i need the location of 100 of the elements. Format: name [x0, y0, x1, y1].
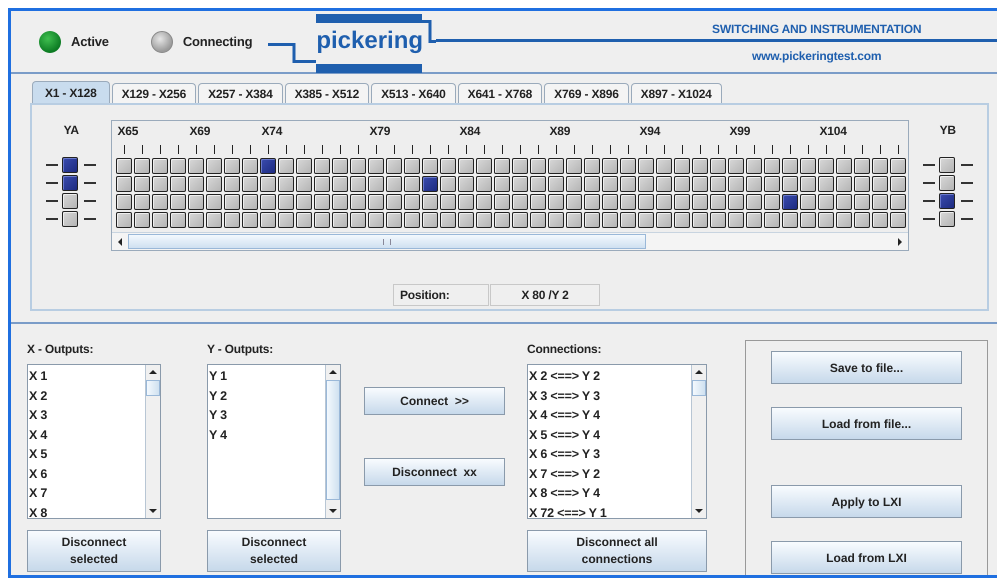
crosspoint-button[interactable] [728, 212, 744, 228]
crosspoint-button[interactable] [224, 158, 240, 174]
list-item[interactable]: X 8 [28, 504, 145, 523]
crosspoint-button[interactable] [530, 176, 546, 192]
crosspoint-button[interactable] [62, 211, 78, 227]
crosspoint-button[interactable] [476, 212, 492, 228]
crosspoint-button[interactable] [512, 212, 528, 228]
list-item[interactable]: X 1 [28, 367, 145, 386]
crosspoint-button[interactable] [890, 194, 906, 210]
crosspoint-button[interactable] [602, 176, 618, 192]
crosspoint-button[interactable] [710, 176, 726, 192]
crosspoint-button[interactable] [386, 176, 402, 192]
crosspoint-button[interactable] [692, 176, 708, 192]
list-item[interactable]: Y 1 [208, 367, 325, 386]
crosspoint-button[interactable] [710, 158, 726, 174]
right-arrow-icon[interactable] [896, 236, 904, 246]
crosspoint-button[interactable] [242, 194, 258, 210]
tab[interactable]: X513 - X640 [371, 83, 456, 103]
crosspoint-button[interactable] [782, 194, 798, 210]
crosspoint-button[interactable] [422, 194, 438, 210]
crosspoint-button[interactable] [782, 158, 798, 174]
crosspoint-button[interactable] [332, 212, 348, 228]
crosspoint-button[interactable] [404, 158, 420, 174]
crosspoint-button[interactable] [782, 212, 798, 228]
crosspoint-button[interactable] [938, 157, 955, 173]
crosspoint-button[interactable] [350, 176, 366, 192]
tab[interactable]: X257 - X384 [198, 83, 283, 103]
crosspoint-button[interactable] [566, 158, 582, 174]
crosspoint-button[interactable] [188, 176, 204, 192]
crosspoint-button[interactable] [692, 212, 708, 228]
crosspoint-button[interactable] [548, 158, 564, 174]
crosspoint-button[interactable] [152, 194, 168, 210]
crosspoint-button[interactable] [854, 212, 870, 228]
crosspoint-button[interactable] [116, 176, 132, 192]
crosspoint-button[interactable] [116, 158, 132, 174]
crosspoint-button[interactable] [890, 212, 906, 228]
crosspoint-button[interactable] [314, 176, 330, 192]
crosspoint-button[interactable] [656, 212, 672, 228]
crosspoint-button[interactable] [134, 176, 150, 192]
crosspoint-button[interactable] [152, 212, 168, 228]
crosspoint-button[interactable] [422, 176, 438, 192]
crosspoint-button[interactable] [890, 176, 906, 192]
crosspoint-button[interactable] [404, 212, 420, 228]
list-item[interactable]: X 7 <==> Y 2 [528, 464, 691, 484]
crosspoint-button[interactable] [404, 194, 420, 210]
crosspoint-button[interactable] [206, 212, 222, 228]
list-item[interactable]: X 3 [28, 406, 145, 426]
crosspoint-button[interactable] [260, 176, 276, 192]
crosspoint-button[interactable] [512, 158, 528, 174]
up-arrow-icon[interactable] [328, 368, 338, 376]
crosspoint-button[interactable] [458, 194, 474, 210]
crosspoint-button[interactable] [152, 158, 168, 174]
crosspoint-button[interactable] [116, 212, 132, 228]
crosspoint-button[interactable] [938, 175, 955, 191]
crosspoint-button[interactable] [368, 194, 384, 210]
crosspoint-button[interactable] [746, 158, 762, 174]
tab[interactable]: X1 - X128 [32, 81, 110, 103]
list-item[interactable]: Y 4 [208, 426, 325, 445]
crosspoint-button[interactable] [242, 158, 258, 174]
crosspoint-button[interactable] [458, 212, 474, 228]
list-item[interactable]: X 6 [28, 464, 145, 484]
crosspoint-button[interactable] [332, 194, 348, 210]
crosspoint-button[interactable] [224, 194, 240, 210]
crosspoint-button[interactable] [62, 175, 78, 191]
crosspoint-button[interactable] [116, 194, 132, 210]
list-item[interactable]: X 72 <==> Y 1 [528, 504, 691, 523]
crosspoint-button[interactable] [656, 176, 672, 192]
crosspoint-button[interactable] [746, 176, 762, 192]
crosspoint-button[interactable] [278, 176, 294, 192]
crosspoint-button[interactable] [566, 212, 582, 228]
vertical-scrollbar[interactable] [691, 365, 706, 518]
disconnect-selected-button[interactable]: Disconnect selected [27, 530, 161, 572]
horizontal-scrollbar[interactable] [112, 232, 908, 250]
crosspoint-button[interactable] [584, 212, 600, 228]
file-button[interactable]: Load from file... [771, 407, 962, 440]
crosspoint-button[interactable] [188, 158, 204, 174]
crosspoint-button[interactable] [692, 158, 708, 174]
crosspoint-button[interactable] [890, 158, 906, 174]
tab[interactable]: X641 - X768 [458, 83, 542, 103]
crosspoint-button[interactable] [872, 176, 888, 192]
crosspoint-button[interactable] [764, 212, 780, 228]
list-item[interactable]: X 4 <==> Y 4 [528, 406, 691, 426]
crosspoint-button[interactable] [152, 176, 168, 192]
crosspoint-button[interactable] [170, 158, 186, 174]
crosspoint-button[interactable] [818, 194, 834, 210]
crosspoint-button[interactable] [854, 158, 870, 174]
crosspoint-button[interactable] [476, 176, 492, 192]
crosspoint-button[interactable] [746, 212, 762, 228]
crosspoint-button[interactable] [566, 194, 582, 210]
crosspoint-button[interactable] [224, 212, 240, 228]
crosspoint-button[interactable] [278, 158, 294, 174]
crosspoint-button[interactable] [134, 194, 150, 210]
crosspoint-button[interactable] [800, 194, 816, 210]
up-arrow-icon[interactable] [694, 368, 704, 376]
crosspoint-button[interactable] [404, 176, 420, 192]
crosspoint-button[interactable] [512, 194, 528, 210]
crosspoint-button[interactable] [692, 194, 708, 210]
vertical-scrollbar[interactable] [145, 365, 160, 518]
crosspoint-button[interactable] [242, 176, 258, 192]
crosspoint-button[interactable] [548, 212, 564, 228]
